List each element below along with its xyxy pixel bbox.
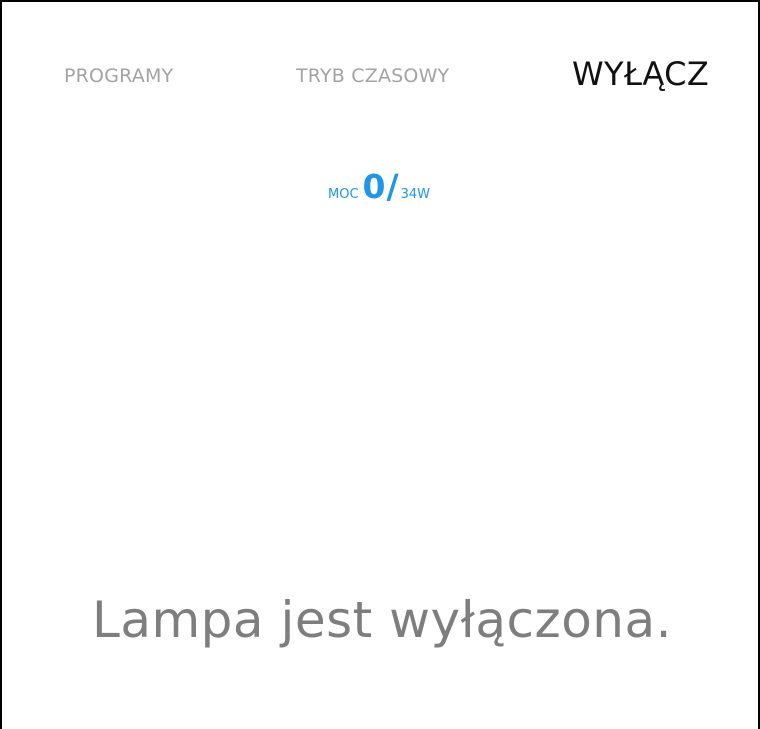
tab-timer-mode[interactable]: TRYB CZASOWY (296, 65, 449, 87)
tab-turn-off[interactable]: WYŁĄCZ (572, 55, 709, 93)
power-max-value: 34W (400, 187, 430, 202)
power-current-value: 0 (362, 167, 386, 206)
power-readout: MOC 0 / 34W (328, 167, 430, 206)
lamp-status-message: Lampa jest wyłączona. (91, 591, 673, 649)
lamp-control-panel: PROGRAMY TRYB CZASOWY WYŁĄCZ MOC 0 / 34W… (0, 0, 760, 729)
power-separator: / (386, 167, 399, 206)
power-label: MOC (328, 187, 359, 202)
tab-programs[interactable]: PROGRAMY (64, 65, 173, 87)
